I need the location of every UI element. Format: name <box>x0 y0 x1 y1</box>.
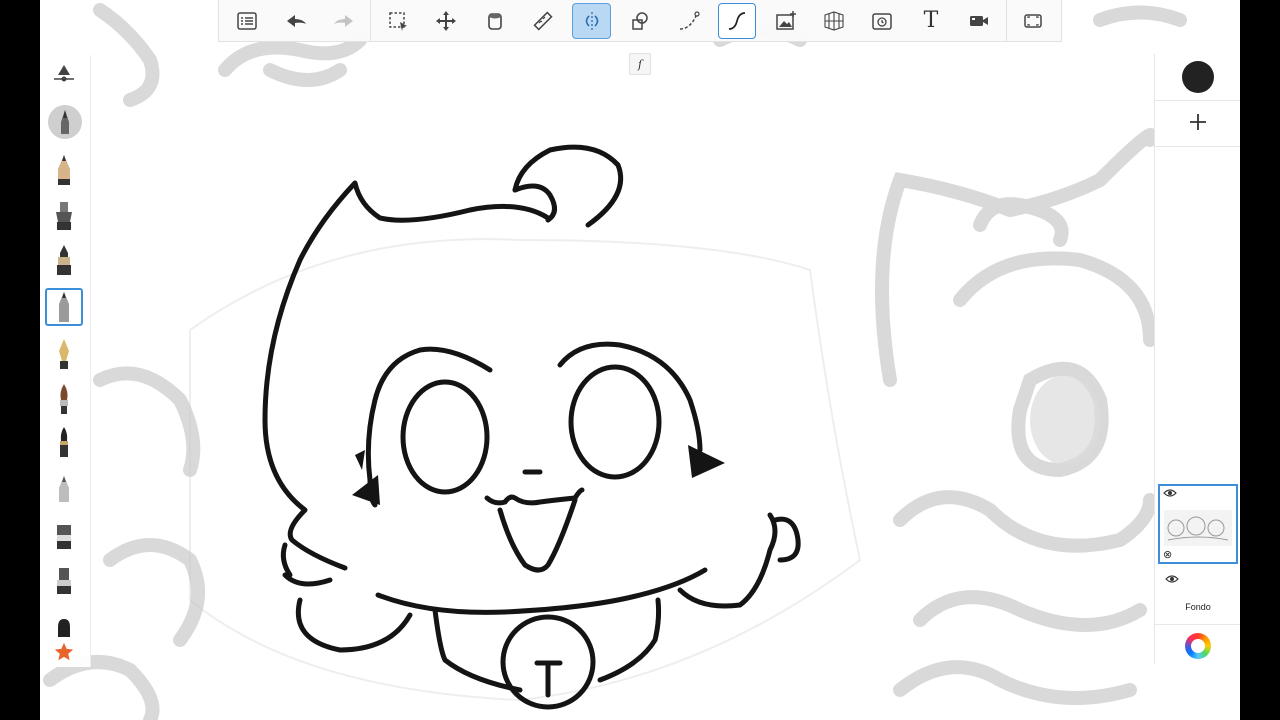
fullscreen-button[interactable] <box>1014 3 1052 39</box>
shapes-icon <box>632 11 648 30</box>
redo-button[interactable] <box>325 3 363 39</box>
eye-icon[interactable] <box>1165 574 1179 587</box>
airbrush-icon <box>59 476 69 502</box>
favorite-brushes-button[interactable] <box>45 633 83 671</box>
brush-flat-marker[interactable] <box>45 515 83 553</box>
fill-button[interactable] <box>475 3 513 39</box>
transform-button[interactable] <box>427 3 465 39</box>
transform-move-icon <box>436 10 457 31</box>
predictive-stroke-button[interactable] <box>717 2 757 39</box>
brush-pencil[interactable] <box>45 151 83 189</box>
redo-icon <box>334 14 354 27</box>
brush-size-puck[interactable] <box>48 105 82 139</box>
fullscreen-icon <box>1024 13 1042 28</box>
perspective-grid-icon <box>824 10 844 31</box>
symmetry-button[interactable] <box>572 2 611 39</box>
brush-ink-brush[interactable] <box>45 423 83 461</box>
curve-icon <box>679 10 700 30</box>
undo-icon <box>286 14 306 27</box>
brush-chisel-marker[interactable] <box>45 560 83 598</box>
sketchbook-app: T ſ ⊗ Fondo <box>40 0 1240 720</box>
fill-bucket-icon <box>487 12 502 30</box>
drawing-canvas[interactable] <box>40 0 1240 720</box>
add-layer-button[interactable] <box>1185 109 1211 135</box>
undo-button[interactable] <box>276 3 314 39</box>
predictive-stroke-indicator[interactable]: ſ <box>629 53 651 75</box>
brush-inking-pen[interactable] <box>45 196 83 234</box>
paintbrush-icon <box>60 384 68 414</box>
toolbar-divider <box>1005 0 1007 42</box>
brush-technical-pen[interactable] <box>45 288 83 326</box>
canvas-artwork <box>43 3 1187 720</box>
brush-palette <box>40 55 91 667</box>
eye-icon[interactable] <box>1163 488 1177 501</box>
ruler-icon <box>533 10 553 31</box>
layer-panel: ⊗ Fondo <box>1154 54 1240 664</box>
record-video-button[interactable] <box>960 3 998 39</box>
time-lapse-icon <box>872 12 893 30</box>
text-tool-icon: T <box>923 8 939 33</box>
ruler-button[interactable] <box>524 3 562 39</box>
text-tool-button[interactable]: T <box>912 3 950 39</box>
layer-1-preview <box>1164 510 1232 546</box>
brush-properties-button[interactable] <box>52 63 76 90</box>
marker-brush-icon <box>57 245 71 275</box>
panel-divider <box>1155 146 1240 147</box>
current-brush-tip-icon <box>61 110 69 134</box>
star-icon <box>54 642 74 661</box>
panel-divider <box>1155 100 1240 101</box>
active-color-swatch[interactable] <box>1182 61 1214 93</box>
add-image-icon <box>775 10 796 30</box>
panel-divider <box>1155 624 1240 625</box>
brush-properties-icon <box>54 65 74 82</box>
selection-button[interactable] <box>378 3 416 39</box>
fountain-pen-icon <box>59 339 69 369</box>
toolbar-divider <box>370 0 372 42</box>
symmetry-icon <box>585 11 598 30</box>
top-toolbar: T <box>218 0 1062 42</box>
add-image-button[interactable] <box>766 3 804 39</box>
flat-marker-icon <box>57 525 71 549</box>
plus-icon <box>1190 114 1206 130</box>
chisel-marker-icon <box>57 568 71 594</box>
technical-pen-icon <box>59 292 69 322</box>
background-layer-label: Fondo <box>1185 602 1211 612</box>
curve-button[interactable] <box>669 3 707 39</box>
shapes-button[interactable] <box>621 3 659 39</box>
blend-mode-icon[interactable]: ⊗ <box>1163 548 1172 561</box>
menu-list-button[interactable] <box>228 3 266 39</box>
ink-brush-icon <box>60 427 68 457</box>
predictive-stroke-icon <box>728 11 746 30</box>
time-lapse-button[interactable] <box>863 3 901 39</box>
selection-icon <box>388 11 407 31</box>
inking-pen-icon <box>56 202 72 230</box>
brush-paintbrush[interactable] <box>45 380 83 418</box>
layer-1-thumbnail[interactable]: ⊗ <box>1158 484 1238 564</box>
perspective-button[interactable] <box>815 3 853 39</box>
record-video-icon <box>970 15 989 26</box>
menu-list-icon <box>237 11 257 30</box>
color-wheel-icon[interactable] <box>1185 633 1211 659</box>
pencil-brush-icon <box>58 155 70 185</box>
brush-fountain-pen[interactable] <box>45 335 83 373</box>
brush-marker[interactable] <box>45 241 83 279</box>
brush-airbrush[interactable] <box>45 470 83 508</box>
